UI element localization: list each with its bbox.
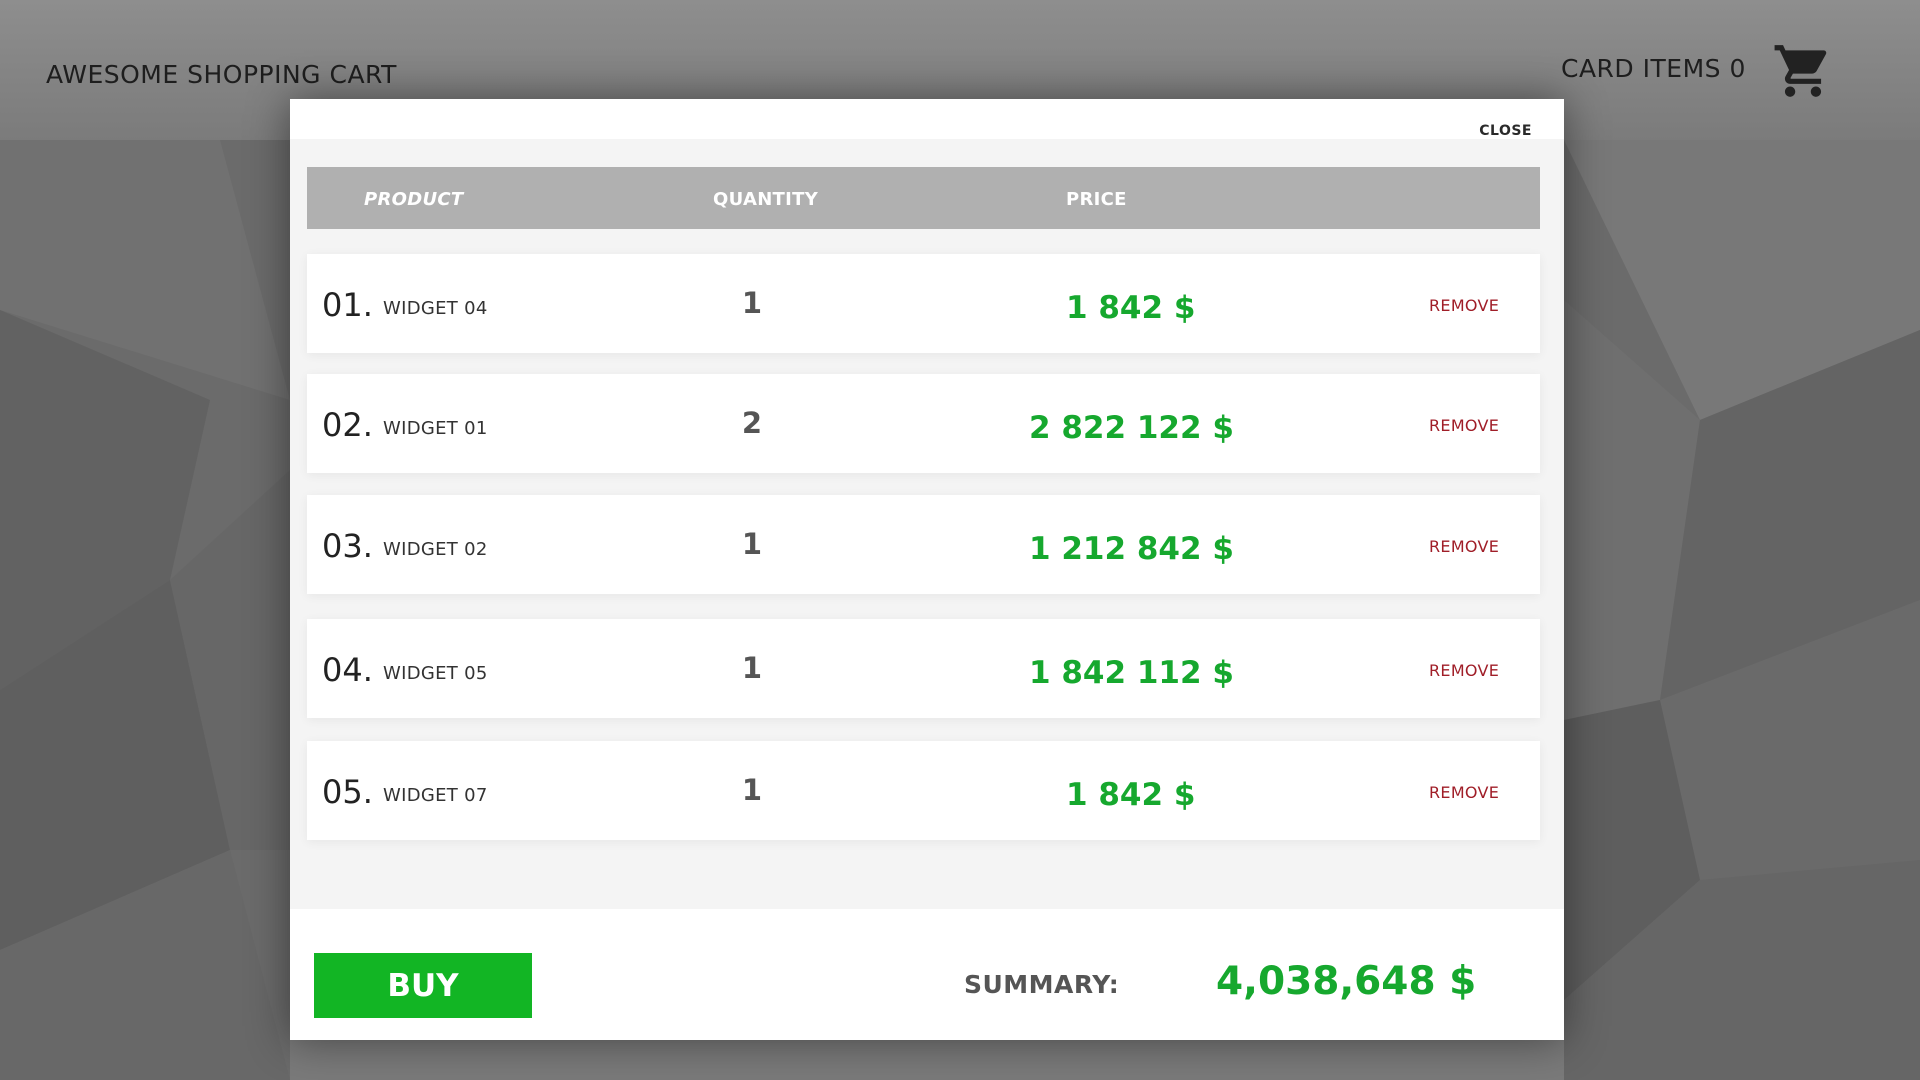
row-number: 03. <box>322 527 373 565</box>
table-row: 01. WIDGET 04 1 1 842 $ REMOVE <box>307 254 1540 353</box>
summary-total: 4,038,648 $ <box>1216 959 1477 1004</box>
table-row: 05. WIDGET 07 1 1 842 $ REMOVE <box>307 741 1540 840</box>
product-name: WIDGET 02 <box>383 539 488 560</box>
row-number: 02. <box>322 406 373 444</box>
row-number: 01. <box>322 286 373 324</box>
remove-button[interactable]: REMOVE <box>1429 783 1499 802</box>
modal-shadow-tail <box>290 1040 1564 1080</box>
cart-icon[interactable] <box>1772 40 1834 102</box>
table-row: 02. WIDGET 01 2 2 822 122 $ REMOVE <box>307 374 1540 473</box>
row-number: 04. <box>322 651 373 689</box>
quantity-value: 1 <box>741 773 763 807</box>
cart-modal: CLOSE PRODUCT QUANTITY PRICE 01. WIDGET … <box>290 99 1564 1040</box>
quantity-value: 1 <box>741 651 763 685</box>
table-header: PRODUCT QUANTITY PRICE <box>307 167 1540 229</box>
remove-button[interactable]: REMOVE <box>1429 661 1499 680</box>
product-name: WIDGET 04 <box>383 298 488 319</box>
summary-label: SUMMARY: <box>964 970 1120 999</box>
table-row: 04. WIDGET 05 1 1 842 112 $ REMOVE <box>307 619 1540 718</box>
product-name: WIDGET 05 <box>383 663 488 684</box>
cart-items-count: CARD ITEMS 0 <box>1561 54 1746 83</box>
buy-button[interactable]: BUY <box>314 953 532 1018</box>
column-header-product: PRODUCT <box>364 189 464 210</box>
quantity-value: 1 <box>741 527 763 561</box>
product-name: WIDGET 01 <box>383 418 488 439</box>
row-number: 05. <box>322 773 373 811</box>
remove-button[interactable]: REMOVE <box>1429 537 1499 556</box>
product-name: WIDGET 07 <box>383 785 488 806</box>
column-header-price: PRICE <box>1066 189 1127 210</box>
table-row: 03. WIDGET 02 1 1 212 842 $ REMOVE <box>307 495 1540 594</box>
quantity-value: 2 <box>741 406 763 440</box>
column-header-quantity: QUANTITY <box>713 189 819 210</box>
remove-button[interactable]: REMOVE <box>1429 296 1499 315</box>
remove-button[interactable]: REMOVE <box>1429 416 1499 435</box>
quantity-value: 1 <box>741 286 763 320</box>
app-title: AWESOME SHOPPING CART <box>46 60 397 89</box>
close-button[interactable]: CLOSE <box>1479 123 1532 139</box>
